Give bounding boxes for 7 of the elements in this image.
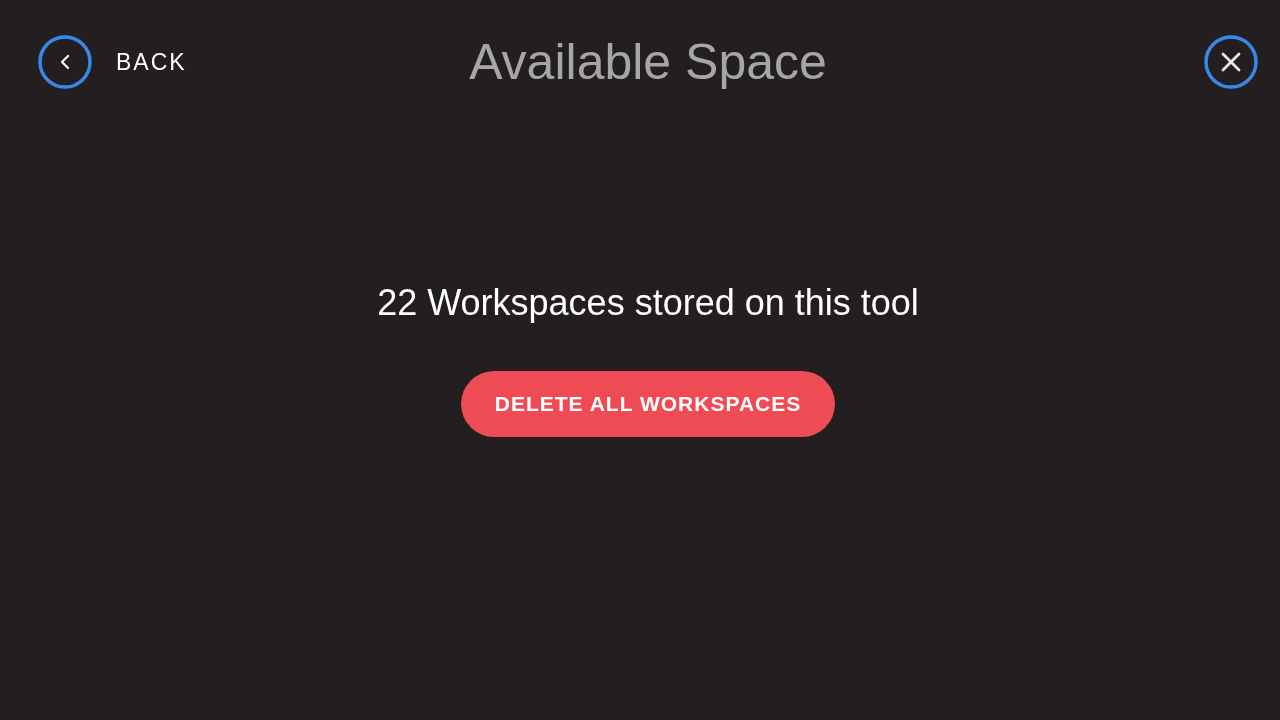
back-button[interactable]: BACK: [38, 35, 187, 89]
delete-all-button[interactable]: DELETE ALL WORKSPACES: [460, 371, 836, 437]
close-button[interactable]: [1204, 35, 1258, 89]
back-chevron-icon: [38, 35, 92, 89]
workspace-count-message: 22 Workspaces stored on this tool: [377, 281, 919, 325]
page-title: Available Space: [469, 33, 827, 91]
close-icon: [1204, 35, 1258, 89]
